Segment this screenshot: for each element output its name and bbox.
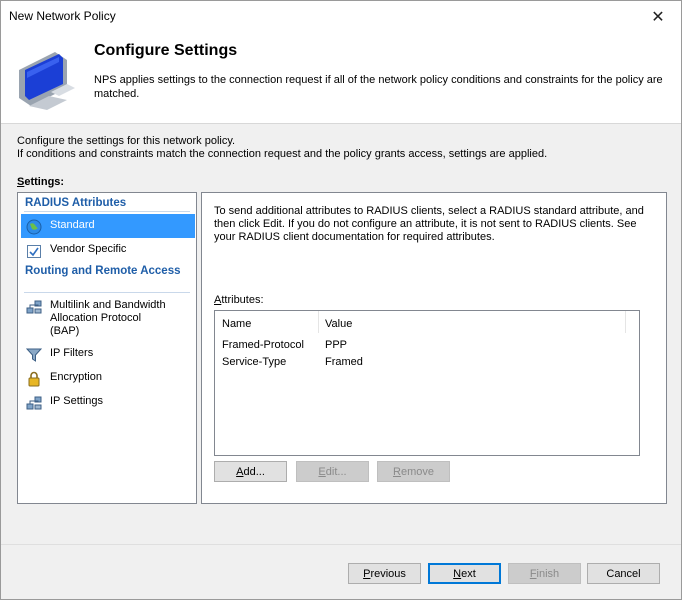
cell-value: PPP	[325, 339, 348, 351]
sidebar-item-label: Standard	[50, 219, 95, 231]
close-icon[interactable]: ✕	[635, 1, 681, 32]
group-title-radius-attributes: RADIUS Attributes	[25, 197, 127, 209]
sidebar-item-ip-settings[interactable]: IP Settings	[21, 390, 195, 414]
sidebar-item-standard[interactable]: Standard	[21, 214, 195, 238]
globe-icon	[26, 219, 42, 235]
new-network-policy-dialog: New Network Policy ✕ Configure Settings …	[0, 0, 682, 600]
footer-divider	[1, 544, 681, 545]
window-title: New Network Policy	[9, 9, 116, 23]
sidebar-item-vendor-specific[interactable]: Vendor Specific	[21, 238, 195, 262]
group-title-routing-remote-access: Routing and Remote Access	[25, 265, 181, 277]
checkbox-icon	[27, 245, 41, 258]
sidebar-item-label: Vendor Specific	[50, 243, 127, 255]
sidebar-item-encryption[interactable]: Encryption	[21, 366, 195, 390]
intro-line-2: If conditions and constraints match the …	[17, 148, 548, 160]
cell-name: Framed-Protocol	[222, 339, 304, 351]
table-row[interactable]: Framed-Protocol PPP	[215, 337, 635, 354]
sidebar-item-multilink-bap[interactable]: Multilink and Bandwidth Allocation Proto…	[21, 294, 195, 338]
sidebar-item-label: IP Filters	[50, 347, 94, 359]
table-row[interactable]: Service-Type Framed	[215, 354, 635, 371]
sidebar-item-label: Multilink and Bandwidth Allocation Proto…	[50, 299, 166, 337]
cell-value: Framed	[325, 356, 363, 368]
attributes-list[interactable]: Name Value Framed-Protocol PPP Service-T…	[214, 310, 640, 456]
title-bar: New Network Policy ✕	[1, 1, 681, 32]
column-header-name[interactable]: Name	[222, 318, 251, 330]
settings-label: Settings:	[17, 176, 65, 188]
intro-text: Configure the settings for this network …	[17, 135, 547, 161]
settings-tree: RADIUS Attributes Standard Vendor Specif…	[17, 192, 197, 504]
previous-button[interactable]: Previous	[348, 563, 421, 584]
attributes-label: Attributes:	[214, 294, 264, 306]
column-header-value[interactable]: Value	[325, 318, 352, 330]
sidebar-item-label: IP Settings	[50, 395, 103, 407]
column-divider[interactable]	[625, 311, 626, 333]
finish-button[interactable]: Finish	[508, 563, 581, 584]
cancel-button[interactable]: Cancel	[587, 563, 660, 584]
network-icon	[26, 396, 42, 410]
next-button[interactable]: Next	[428, 563, 501, 584]
filter-icon	[26, 348, 42, 362]
network-icon	[26, 300, 42, 314]
cell-name: Service-Type	[222, 356, 287, 368]
sidebar-item-ip-filters[interactable]: IP Filters	[21, 342, 195, 366]
page-title: Configure Settings	[94, 42, 238, 59]
list-header: Name Value	[215, 311, 639, 335]
lock-icon	[28, 371, 40, 387]
edit-button[interactable]: Edit...	[296, 461, 369, 482]
panel-description: To send additional attributes to RADIUS …	[214, 205, 644, 243]
column-divider[interactable]	[318, 311, 319, 333]
remove-button[interactable]: Remove	[377, 461, 450, 482]
add-button[interactable]: Add...	[214, 461, 287, 482]
intro-line-1: Configure the settings for this network …	[17, 135, 236, 147]
standard-attributes-panel: To send additional attributes to RADIUS …	[201, 192, 667, 504]
group-divider	[24, 292, 190, 293]
page-description: NPS applies settings to the connection r…	[94, 74, 663, 100]
group-divider	[24, 211, 190, 212]
wizard-header: Configure Settings NPS applies settings …	[1, 32, 681, 124]
computer-monitor-icon	[19, 52, 75, 110]
sidebar-item-label: Encryption	[50, 371, 102, 383]
